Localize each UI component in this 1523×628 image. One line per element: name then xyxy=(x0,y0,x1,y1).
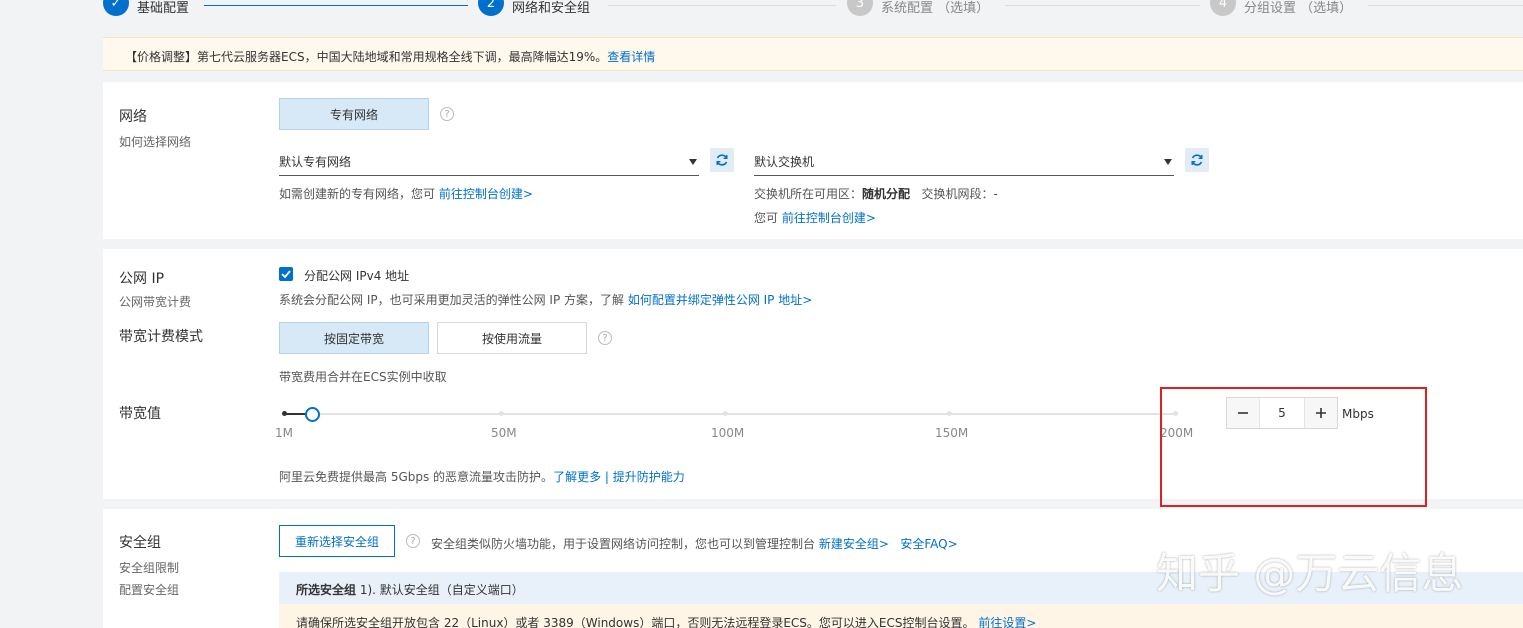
public-ip-desc: 系统会分配公网 IP，也可采用更加灵活的弹性公网 IP 方案，了解 如何配置并绑… xyxy=(279,291,812,308)
step-3-number: 3 xyxy=(847,0,873,16)
public-ip-desc-text: 系统会分配公网 IP，也可采用更加灵活的弹性公网 IP 方案，了解 xyxy=(279,293,624,307)
tick-label-1m: 1M xyxy=(275,426,293,440)
slider-tick-150m xyxy=(947,411,952,416)
vpc-refresh-icon[interactable] xyxy=(710,148,734,172)
vpc-create-link[interactable]: 前往控制台创建> xyxy=(439,187,533,201)
public-ip-title: 公网 IP xyxy=(119,271,165,287)
vswitch-select-value: 默认交换机 xyxy=(754,155,815,169)
zone-value: 随机分配 xyxy=(862,187,911,201)
slider-handle[interactable] xyxy=(304,407,320,422)
security-group-config-link[interactable]: 配置安全组 xyxy=(119,581,179,598)
port-warning: 请确保所选安全组开放包含 22（Linux）或者 3389（Windows）端口… xyxy=(279,604,1523,628)
cidr-value: - xyxy=(993,187,998,201)
tick-label-150m: 150M xyxy=(935,426,969,440)
network-help-link[interactable]: 如何选择网络 xyxy=(119,133,191,150)
reselect-security-group-button[interactable]: 重新选择安全组 xyxy=(279,525,395,557)
cidr-label: 交换机网段： xyxy=(921,187,994,201)
vswitch-zone-info: 交换机所在可用区：随机分配 交换机网段：- xyxy=(754,185,998,202)
selected-value: 1). 默认安全组（自定义端口） xyxy=(359,583,524,597)
vswitch-caret-down-icon xyxy=(1164,159,1172,165)
vpc-hint: 如需创建新的专有网络，您可 前往控制台创建> xyxy=(279,185,533,202)
go-settings-link[interactable]: 前往设置> xyxy=(978,616,1036,628)
step-line-2 xyxy=(608,5,836,6)
security-group-desc: 安全组类似防火墙功能，用于设置网络访问控制，您也可以到管理控制台 新建安全组> … xyxy=(431,535,958,552)
tick-label-100m: 100M xyxy=(711,426,745,440)
security-faq-link[interactable]: 安全FAQ> xyxy=(900,537,957,551)
vpc-caret-down-icon xyxy=(689,159,697,165)
step-line-1 xyxy=(204,5,468,6)
step-4-number: 4 xyxy=(1210,0,1236,16)
bandwidth-billing-link[interactable]: 公网带宽计费 xyxy=(119,293,191,310)
billing-mode-title: 带宽计费模式 xyxy=(119,329,203,345)
slider-tick-1m xyxy=(282,411,287,416)
assign-ipv4-label[interactable]: 分配公网 IPv4 地址 xyxy=(304,267,409,284)
step-bar: ✓ 基础配置 2 网络和安全组 3 系统配置 （选填） 4 分组设置 （选填） xyxy=(0,0,1523,28)
vswitch-refresh-icon[interactable] xyxy=(1185,148,1209,172)
watermark: 知乎 @万云信息 xyxy=(1156,549,1464,598)
pay-by-traffic-button[interactable]: 按使用流量 xyxy=(437,322,587,354)
step-1-check-icon: ✓ xyxy=(103,0,129,16)
price-notice-banner: 【价格调整】第七代云服务器ECS，中国大陆地域和常用规格全线下调，最高降幅达19… xyxy=(103,37,1523,71)
zone-label: 交换机所在可用区： xyxy=(754,187,863,201)
step-2-number: 2 xyxy=(478,0,504,16)
vswitch-hint-text: 您可 xyxy=(754,211,779,225)
step-3-label[interactable]: 系统配置 （选填） xyxy=(881,0,989,16)
vpc-type-button[interactable]: 专有网络 xyxy=(279,98,429,130)
security-group-title: 安全组 xyxy=(119,535,161,551)
vswitch-select[interactable]: 默认交换机 xyxy=(754,150,1174,176)
security-group-help-icon[interactable]: ? xyxy=(406,534,420,548)
ddos-text: 阿里云免费提供最高 5Gbps 的恶意流量攻击防护。 xyxy=(279,470,554,484)
bandwidth-title: 带宽值 xyxy=(119,406,161,422)
step-4-label[interactable]: 分组设置 （选填） xyxy=(1244,0,1352,16)
network-help-icon[interactable]: ? xyxy=(440,107,454,121)
ddos-separator: | xyxy=(604,470,609,484)
billing-hint: 带宽费用合并在ECS实例中收取 xyxy=(279,370,447,384)
slider-tick-100m xyxy=(723,411,728,416)
network-title: 网络 xyxy=(119,109,147,125)
vpc-select[interactable]: 默认专有网络 xyxy=(279,150,699,176)
step-line-4 xyxy=(1368,5,1523,6)
vswitch-hint: 您可 前往控制台创建> xyxy=(754,209,876,226)
step-2-label[interactable]: 网络和安全组 xyxy=(512,0,590,16)
ddos-info: 阿里云免费提供最高 5Gbps 的恶意流量攻击防护。了解更多 | 提升防护能力 xyxy=(279,468,685,485)
vswitch-create-link[interactable]: 前往控制台创建> xyxy=(782,211,876,225)
vpc-hint-text: 如需创建新的专有网络，您可 xyxy=(279,187,436,201)
security-group-limit-link[interactable]: 安全组限制 xyxy=(119,559,179,576)
vpc-select-value: 默认专有网络 xyxy=(279,155,352,169)
step-1-label[interactable]: 基础配置 xyxy=(137,0,189,16)
notice-text: 【价格调整】第七代云服务器ECS，中国大陆地域和常用规格全线下调，最高降幅达19… xyxy=(125,50,608,64)
improve-protection-link[interactable]: 提升防护能力 xyxy=(613,470,685,484)
slider-tick-50m xyxy=(499,411,504,416)
learn-more-link[interactable]: 了解更多 xyxy=(553,470,601,484)
selected-label: 所选安全组 xyxy=(296,583,357,597)
create-security-group-link[interactable]: 新建安全组> xyxy=(819,537,889,551)
assign-ipv4-checkbox[interactable] xyxy=(279,267,293,281)
port-warning-text: 请确保所选安全组开放包含 22（Linux）或者 3389（Windows）端口… xyxy=(296,616,975,628)
step-line-3 xyxy=(1005,5,1200,6)
notice-detail-link[interactable]: 查看详情 xyxy=(607,50,655,64)
tick-label-50m: 50M xyxy=(491,426,517,440)
security-group-desc-text: 安全组类似防火墙功能，用于设置网络访问控制，您也可以到管理控制台 xyxy=(431,537,816,551)
billing-help-icon[interactable]: ? xyxy=(598,331,612,345)
slider-track xyxy=(284,413,1178,415)
fixed-bandwidth-button[interactable]: 按固定带宽 xyxy=(279,322,429,354)
eip-config-link[interactable]: 如何配置并绑定弹性公网 IP 地址> xyxy=(628,293,812,307)
highlight-box xyxy=(1160,387,1427,507)
